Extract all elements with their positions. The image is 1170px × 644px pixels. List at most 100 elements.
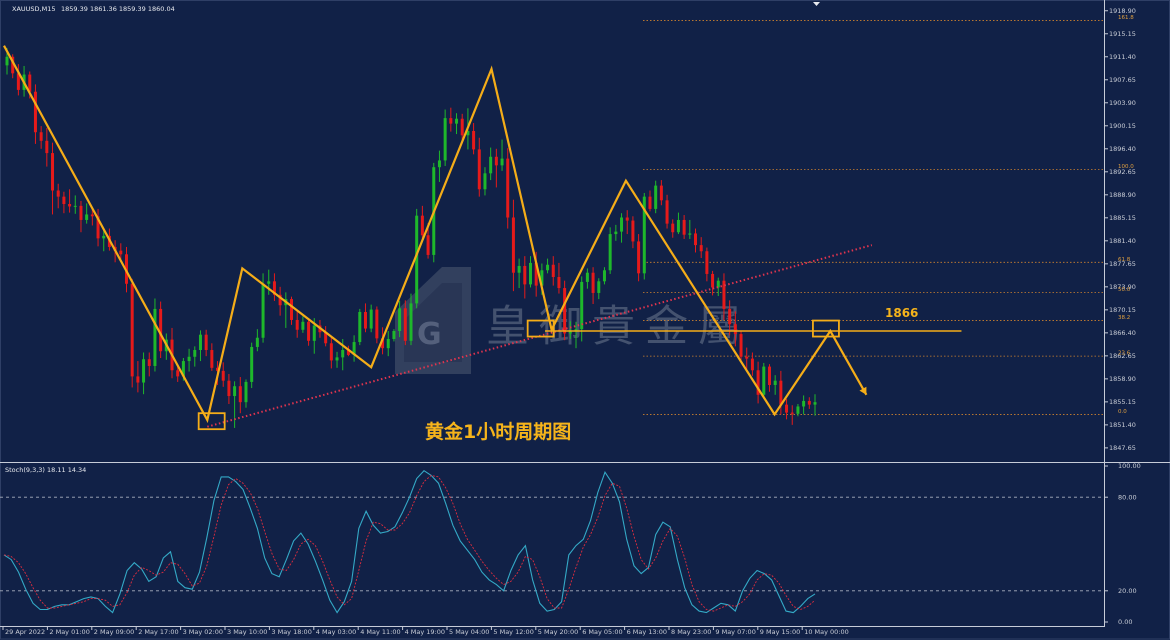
candle-body [238,386,242,403]
candle-body [409,303,413,341]
candle-body [779,380,783,405]
candle-body [773,380,777,385]
candle-body [568,331,572,334]
time-tick-label: 2 May 17:00 [138,628,178,636]
stoch-tick-label: 0.00 [1118,618,1132,626]
candle-body [204,334,208,351]
header-ohlc: 1859.39 1861.36 1859.39 1860.04 [61,5,175,13]
watermark-logo-letter: G [417,317,442,352]
candle-body [591,272,595,293]
candle-body [449,118,453,124]
price-tick-label: 1915.15 [1109,30,1136,38]
candle-body [261,283,265,338]
candle-body [73,205,77,207]
candle-body [483,173,487,190]
candle-body [369,309,373,329]
fib-level-label: 23.6 [1118,351,1131,357]
candle-body [546,264,550,271]
candle-body [489,156,493,174]
candle-body [341,350,345,358]
candle-body [676,219,680,233]
candle-body [739,334,743,357]
candle-body [307,321,311,341]
candle-body [363,311,367,329]
candle-body [426,235,430,255]
candle-body [142,359,146,383]
candle-body [244,381,248,403]
fib-level-label: 161.8 [1118,15,1134,21]
fib-level-label: 61.8 [1118,257,1131,263]
candle-body [295,319,299,330]
candle-body [392,331,396,339]
stoch-tick-label: 20.00 [1118,587,1137,595]
candle-body [648,196,652,209]
candle-body [688,233,692,235]
resistance-label: 1866 [885,306,918,320]
watermark-text: 皇御貴金屬 [486,302,751,352]
candle-body [551,264,555,278]
candle-body [233,386,237,397]
candle-body [62,196,66,205]
chart-root: XAUUSD,M15 1859.39 1861.36 1859.39 1860.… [0,0,1170,640]
candle-body [312,325,316,341]
price-tick-label: 1870.15 [1109,306,1136,314]
candle-body [745,356,749,359]
candle-body [250,346,254,382]
chart-canvas: XAUUSD,M15 1859.39 1861.36 1859.39 1860.… [0,0,1170,640]
candle-body [608,234,612,271]
candle-body [563,288,567,334]
fib-level-label: 0.0 [1118,409,1127,415]
price-tick-label: 1866.40 [1109,329,1136,337]
time-tick-label: 8 May 23:00 [671,628,711,636]
price-tick-label: 1911.40 [1109,53,1136,61]
candle-body [494,156,498,166]
candle-body [255,337,259,347]
price-tick-label: 1907.65 [1109,76,1136,84]
time-tick-label: 3 May 18:00 [271,628,311,636]
candle-body [790,412,794,414]
candle-body [198,334,202,351]
candle-body [443,118,447,161]
time-tick-label: 3 May 10:00 [227,628,267,636]
time-tick-label: 6 May 05:00 [582,628,622,636]
price-tick-label: 1881.40 [1109,237,1136,245]
fib-level-label: 50.0 [1118,287,1131,293]
candle-body [290,299,294,320]
candle-body [85,214,89,220]
time-tick-label: 10 May 00:00 [804,628,849,636]
candle-body [210,350,214,368]
candle-body [193,350,197,357]
candle-body [750,358,754,371]
price-tick-label: 1847.65 [1109,444,1136,452]
chart-caption: 黄金1小时周期图 [425,420,571,443]
candle-body [802,400,806,407]
candle-body [602,270,606,282]
candle-body [176,370,180,377]
time-tick-label: 4 May 19:00 [405,628,445,636]
time-tick-label: 4 May 11:00 [360,628,400,636]
candle-body [39,132,43,141]
time-tick-label: 6 May 13:00 [627,628,667,636]
candle-body [147,359,151,366]
price-tick-label: 1903.90 [1109,99,1136,107]
candle-body [785,404,789,413]
candle-body [506,158,510,218]
time-tick-label: 9 May 15:00 [760,628,800,636]
candle-body [221,370,225,381]
candle-body [813,402,817,405]
price-tick-label: 1851.40 [1109,421,1136,429]
candle-body [455,118,459,124]
price-tick-label: 1918.90 [1109,7,1136,15]
candle-body [136,376,140,383]
candle-body [733,324,737,335]
candle-body [659,185,663,201]
time-tick-label: 5 May 12:00 [493,628,533,636]
candle-body [56,190,60,197]
candle-body [796,406,800,414]
candle-body [682,219,686,235]
candle-body [130,283,134,377]
candle-body [45,140,49,154]
candle-body [301,321,305,330]
candle-body [557,277,561,289]
time-tick-label: 2 May 09:00 [94,628,134,636]
